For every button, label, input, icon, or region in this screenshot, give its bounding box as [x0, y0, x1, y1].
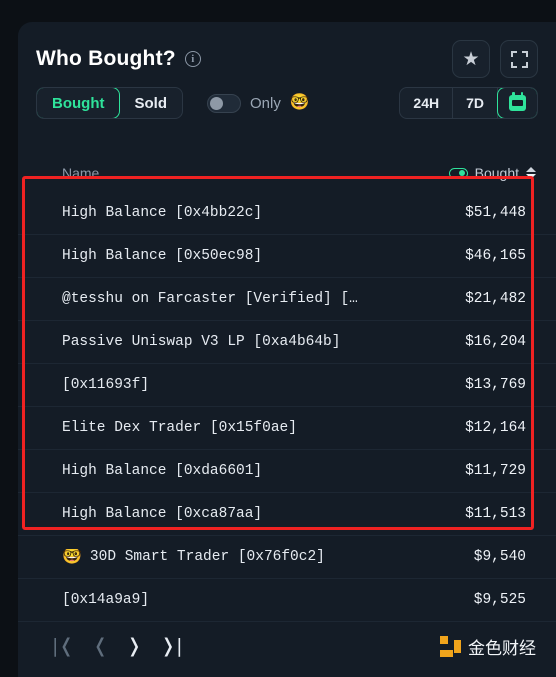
table-row[interactable]: 🤓 30D Smart Trader [0x76f0c2] $9,540 [18, 536, 556, 579]
row-value: $16,204 [465, 334, 526, 350]
row-value: $46,165 [465, 248, 526, 264]
row-value: $11,513 [465, 506, 526, 522]
row-name: High Balance [0xca87aa] [62, 506, 262, 522]
table-row[interactable]: High Balance [0xca87aa] $11,513 [18, 493, 556, 536]
range-7d[interactable]: 7D [453, 88, 498, 118]
only-filter: Only 🤓 [206, 93, 310, 113]
range-custom-date[interactable] [497, 88, 538, 118]
header-actions: ★ [452, 40, 538, 78]
row-name: [0x11693f] [62, 377, 149, 393]
controls-row: Bought Sold Only 🤓 24H 7D [36, 86, 538, 120]
last-page-button[interactable]: ❭| [160, 635, 182, 657]
only-toggle[interactable] [206, 93, 241, 113]
row-name-text: High Balance [0xda6601] [62, 463, 263, 479]
table-row[interactable]: High Balance [0xda6601] $11,729 [18, 450, 556, 493]
row-name-text: High Balance [0x4bb22c] [62, 205, 263, 221]
row-name-text: High Balance [0xca87aa] [62, 506, 263, 522]
table-row[interactable]: [0x11693f] $13,769 [18, 364, 556, 407]
brand-logo-icon [440, 635, 461, 657]
row-name: Elite Dex Trader [0x15f0ae] [62, 420, 297, 436]
table-row[interactable]: @tesshu on Farcaster [Verified] [… $21,48… [18, 278, 556, 321]
brand-name: 金色财经 [468, 638, 536, 659]
title-group: Who Bought? i [36, 47, 201, 71]
table-header: Name Bought [36, 158, 538, 188]
row-value: $12,164 [465, 420, 526, 436]
row-name-text: 30D Smart Trader [0x76f0c2] [89, 549, 325, 565]
row-value: $9,525 [473, 592, 526, 608]
column-header-bought[interactable]: Bought [475, 165, 519, 181]
toggle-knob [209, 96, 223, 110]
row-value: $9,540 [473, 549, 526, 565]
only-label: Only [249, 94, 281, 112]
favorite-button[interactable]: ★ [452, 40, 490, 78]
row-name: High Balance [0x50ec98] [62, 248, 262, 264]
prev-page-button[interactable]: ❬ [92, 635, 108, 657]
screen: Who Bought? i ★ Bought Sold Only 🤓 24H 7… [0, 0, 556, 677]
nerd-face-icon: 🤓 [62, 549, 82, 565]
row-name-text: @tesshu on Farcaster [Verified] [… [62, 291, 358, 307]
calendar-icon [509, 92, 526, 111]
card-footer: |❬ ❬ ❭ ❭| 金色财经 [18, 615, 556, 677]
table-row[interactable]: Passive Uniswap V3 LP [0xa4b64b] $16,204 [18, 321, 556, 364]
table-row[interactable]: High Balance [0x50ec98] $46,165 [18, 235, 556, 278]
table-row[interactable]: High Balance [0x4bb22c] $51,448 [18, 192, 556, 235]
row-name-text: [0x11693f] [62, 377, 150, 393]
watermark: 金色财经 [440, 634, 536, 659]
row-name: High Balance [0xda6601] [62, 463, 262, 479]
star-icon: ★ [462, 48, 480, 70]
row-name: 🤓 30D Smart Trader [0x76f0c2] [62, 549, 325, 565]
sort-arrows-icon[interactable] [526, 167, 536, 179]
row-name-text: Elite Dex Trader [0x15f0ae] [62, 420, 297, 436]
nerd-face-icon: 🤓 [289, 94, 310, 111]
row-name: Passive Uniswap V3 LP [0xa4b64b] [62, 334, 340, 350]
first-page-button[interactable]: |❬ [52, 635, 74, 657]
row-value: $11,729 [465, 463, 526, 479]
next-page-button[interactable]: ❭ [126, 635, 142, 657]
range-24h[interactable]: 24H [400, 88, 454, 118]
tab-sold[interactable]: Sold [119, 88, 182, 118]
page-title: Who Bought? [36, 47, 176, 70]
side-segmented-control: Bought Sold [36, 87, 183, 119]
expand-icon [510, 50, 528, 68]
column-header-value-group: Bought [448, 165, 538, 181]
row-value: $13,769 [465, 377, 526, 393]
row-name-text: High Balance [0x50ec98] [62, 248, 263, 264]
row-value: $21,482 [465, 291, 526, 307]
row-name: [0x14a9a9] [62, 592, 149, 608]
tab-bought[interactable]: Bought [36, 88, 121, 118]
who-bought-card: Who Bought? i ★ Bought Sold Only 🤓 24H 7… [18, 22, 556, 677]
time-range-segmented-control: 24H 7D [399, 87, 538, 119]
green-toggle-icon[interactable] [448, 167, 468, 179]
row-name-text: Passive Uniswap V3 LP [0xa4b64b] [62, 334, 341, 350]
column-header-name[interactable]: Name [36, 165, 99, 181]
info-icon[interactable]: i [184, 51, 201, 67]
row-value: $51,448 [465, 205, 526, 221]
row-name: High Balance [0x4bb22c] [62, 205, 262, 221]
table-body: High Balance [0x4bb22c] $51,448 High Balan… [18, 192, 556, 622]
pagination: |❬ ❬ ❭ ❭| [52, 635, 183, 657]
row-name: @tesshu on Farcaster [Verified] [… [62, 291, 358, 307]
card-header: Who Bought? i ★ [36, 40, 538, 78]
row-name-text: [0x14a9a9] [62, 592, 150, 608]
fullscreen-button[interactable] [500, 40, 538, 78]
table-row[interactable]: Elite Dex Trader [0x15f0ae] $12,164 [18, 407, 556, 450]
